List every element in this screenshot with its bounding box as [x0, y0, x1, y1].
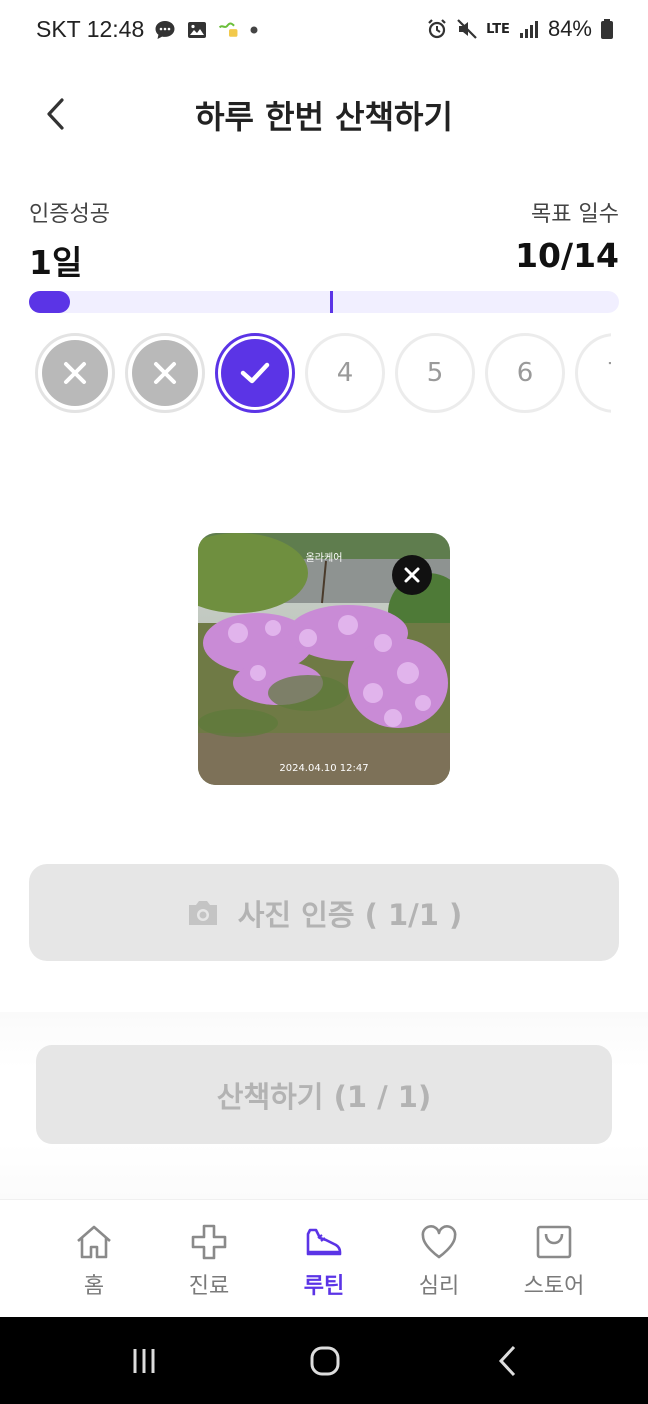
tab-home[interactable]: 홈 [36, 1200, 152, 1318]
status-bar: SKT 12:48 LTE 84% [0, 0, 648, 62]
close-icon [404, 567, 420, 583]
day-tracker[interactable]: 4 5 6 7 [29, 333, 611, 417]
day-number: 6 [516, 358, 534, 388]
day-number: 5 [426, 358, 444, 388]
header: 하루 한번 산책하기 [0, 70, 648, 160]
check-icon [240, 362, 270, 384]
network-type: LTE [486, 21, 510, 37]
goal-stat: 목표 일수 10/14 [515, 196, 619, 275]
tab-mind[interactable]: 심리 [381, 1200, 497, 1318]
home-icon [77, 1225, 111, 1259]
day-success-fill [221, 339, 289, 407]
message-icon [155, 20, 175, 39]
day-circle-pending[interactable]: 7 [575, 333, 611, 413]
gallery-icon [188, 21, 207, 38]
success-value: 1일 [29, 243, 83, 282]
day-number: 7 [607, 358, 611, 388]
success-label: 인증성공 [29, 202, 110, 227]
tab-routine-label: 루틴 [303, 1274, 345, 1299]
day-circle-failed[interactable] [35, 333, 115, 413]
home-circle-icon [310, 1346, 340, 1376]
medical-cross-icon [191, 1224, 227, 1260]
goal-value: 10/14 [515, 236, 619, 275]
back-arrow-icon [498, 1345, 516, 1377]
success-stat: 인증성공 1일 [29, 196, 110, 284]
x-mark-icon [154, 362, 176, 384]
tab-home-label: 홈 [83, 1274, 105, 1299]
x-mark-icon [64, 362, 86, 384]
photo-verify-label: 사진 인증 ( 1/1 ) [237, 897, 463, 932]
day-number: 4 [336, 358, 354, 388]
carrier-time: SKT 12:48 [36, 16, 145, 42]
signal-icon [519, 21, 538, 38]
tab-store-label: 스토어 [523, 1274, 585, 1299]
page-title: 하루 한번 산책하기 [195, 98, 453, 136]
more-notifications-dot [250, 26, 258, 33]
system-nav-bar [0, 1317, 648, 1404]
alarm-icon [428, 19, 446, 39]
day-fail-fill [132, 340, 198, 406]
walk-button-label: 산책하기 (1 / 1) [216, 1079, 432, 1114]
photo-verify-button[interactable]: 사진 인증 ( 1/1 ) [29, 864, 619, 961]
tab-medical-label: 진료 [188, 1274, 230, 1299]
progress-bar [29, 291, 619, 313]
goal-label: 목표 일수 [531, 202, 619, 227]
shopping-bag-icon [536, 1225, 572, 1259]
tab-store[interactable]: 스토어 [496, 1200, 612, 1318]
mute-icon [457, 19, 477, 39]
walk-button[interactable]: 산책하기 (1 / 1) [36, 1045, 612, 1144]
heart-icon [421, 1225, 457, 1259]
camera-icon [188, 900, 217, 925]
day-circle-pending[interactable]: 5 [395, 333, 475, 413]
battery-percent: 84% [547, 16, 592, 41]
uploaded-photo: 올라케어 2024.04.10 12:47 [198, 533, 450, 785]
day-fail-fill [42, 340, 108, 406]
status-left: SKT 12:48 [36, 16, 258, 43]
day-circle-pending[interactable]: 6 [485, 333, 565, 413]
app-notification-icon [219, 22, 238, 37]
progress-fill [29, 291, 71, 313]
back-nav-button[interactable] [488, 1343, 528, 1379]
home-nav-button[interactable] [305, 1343, 345, 1379]
day-circle-success[interactable] [215, 333, 295, 413]
day-circle-pending[interactable]: 4 [305, 333, 385, 413]
bottom-tab-bar: 홈 진료 루틴 심리 스토어 [0, 1199, 648, 1317]
remove-photo-button[interactable] [392, 555, 432, 595]
recent-apps-icon [133, 1349, 155, 1373]
status-right: LTE 84% [426, 16, 614, 42]
day-circle-failed[interactable] [125, 333, 205, 413]
tab-mind-label: 심리 [418, 1274, 460, 1299]
tab-medical[interactable]: 진료 [151, 1200, 267, 1318]
photo-timestamp: 2024.04.10 12:47 [279, 763, 369, 774]
stats-row: 인증성공 1일 목표 일수 10/14 [29, 196, 619, 286]
battery-icon [601, 19, 613, 39]
recent-apps-button[interactable] [124, 1343, 164, 1379]
tab-routine[interactable]: 루틴 [266, 1200, 382, 1318]
goal-marker [330, 291, 333, 313]
sneaker-icon [306, 1228, 342, 1256]
